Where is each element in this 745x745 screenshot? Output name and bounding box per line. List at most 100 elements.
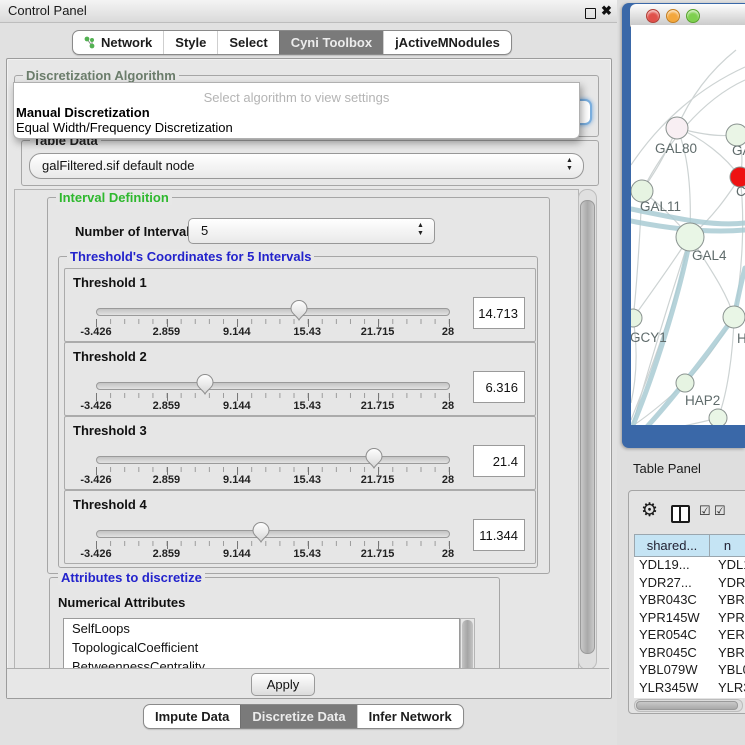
attribute-item-selfloops[interactable]: SelfLoops (64, 619, 459, 638)
zoom-traffic-light-icon[interactable] (686, 9, 700, 23)
tick-label: 21.715 (361, 326, 395, 338)
bottom-tab-bar: Impute Data Discretize DataInfer Network (143, 704, 464, 729)
cell-shared-name: YDL19... (634, 557, 708, 575)
numerical-attributes-list[interactable]: SelfLoopsTopologicalCoefficientBetweenne… (63, 618, 460, 670)
cell-name: YPR1 (708, 610, 745, 628)
threshold-value-field[interactable]: 14.713 (473, 297, 525, 329)
discretization-algorithm-group-title: Discretization Algorithm (23, 68, 179, 83)
tab-discretize-data[interactable]: Discretize Data (240, 705, 356, 728)
tick-label: 28 (442, 400, 454, 412)
close-icon[interactable]: ✖ (601, 2, 612, 20)
select-all-checkbox-icon[interactable]: ☑ (699, 503, 711, 519)
slider-thumb[interactable] (252, 522, 270, 543)
network-node[interactable] (631, 309, 642, 327)
slider-track[interactable] (96, 308, 450, 316)
attributes-group: Attributes to discretize Numerical Attri… (49, 577, 500, 670)
table-row-ydl19[interactable]: YDL19...YDL1 (634, 557, 745, 575)
tab-infer-network[interactable]: Infer Network (357, 705, 463, 728)
slider-thumb[interactable] (196, 374, 214, 395)
tick-label: 2.859 (153, 474, 181, 486)
network-node[interactable] (666, 117, 688, 139)
node-label-gal4: GAL4 (692, 248, 727, 263)
settings-scroll-viewport: Interval Definition Number of Intervals … (14, 189, 579, 670)
tab-label: Select (229, 31, 267, 54)
slider-thumb[interactable] (365, 448, 383, 469)
gear-icon[interactable]: ⚙ (641, 499, 658, 522)
tick-label: 28 (442, 326, 454, 338)
tick-label: 15.43 (293, 474, 321, 486)
table-row-ydr27[interactable]: YDR27...YDR2 (634, 575, 745, 593)
table-row-ylr345w[interactable]: YLR345WYLR3 (634, 680, 745, 698)
combo-arrows-icon: ▲▼ (416, 222, 425, 238)
panel-vertical-scrollbar[interactable] (578, 189, 597, 670)
column-header-name[interactable]: n (710, 535, 745, 556)
algorithm-combo-button[interactable] (578, 99, 592, 125)
tab-label: Impute Data (155, 705, 229, 728)
cell-shared-name: YER054C (634, 627, 708, 645)
table-panel-title: Table Panel (633, 461, 701, 476)
table-row-ypr145w[interactable]: YPR145WYPR1 (634, 610, 745, 628)
attributes-list-scrollbar[interactable] (460, 618, 475, 670)
threshold-label: Threshold 3 (73, 423, 147, 438)
tab-label: Style (175, 31, 206, 54)
table-row-ybr045c[interactable]: YBR045CYBR0 (634, 645, 745, 663)
control-panel: Control Panel ✖ NetworkStyleSelectCyni T… (0, 0, 617, 745)
attribute-item-topologicalcoefficient[interactable]: TopologicalCoefficient (64, 638, 459, 657)
tick-label: 2.859 (153, 400, 181, 412)
tick-label: 28 (442, 548, 454, 560)
table-row-yer054c[interactable]: YER054CYER0 (634, 627, 745, 645)
tab-network[interactable]: Network (73, 31, 163, 54)
tab-style[interactable]: Style (163, 31, 217, 54)
slider-track[interactable] (96, 456, 450, 464)
slider-track[interactable] (96, 530, 450, 538)
float-window-icon[interactable] (585, 8, 596, 19)
threshold-value-field[interactable]: 21.4 (473, 445, 525, 477)
tick-label: -3.426 (80, 548, 111, 560)
tab-cyni-toolbox[interactable]: Cyni Toolbox (279, 31, 383, 54)
slider-ticks (96, 319, 449, 327)
network-node[interactable] (676, 223, 704, 251)
network-node[interactable] (723, 306, 745, 328)
table-horizontal-scrollbar[interactable] (634, 699, 743, 712)
slider-track[interactable] (96, 382, 450, 390)
algorithm-option-equal-width-frequency-discretization[interactable]: Equal Width/Frequency Discretization (16, 120, 233, 135)
tick-label: -3.426 (80, 474, 111, 486)
threshold-value-field[interactable]: 11.344 (473, 519, 525, 551)
table-rows: YDL19...YDL1YDR27...YDR2YBR043CYBR0YPR14… (634, 557, 745, 698)
network-node[interactable] (709, 409, 727, 425)
table-data-combo[interactable]: galFiltered.sif default node ▲▼ (29, 153, 584, 179)
network-view-window[interactable]: GAL80GACGAL11GAL4GCY1HHAP2 (622, 3, 745, 448)
network-canvas[interactable]: GAL80GACGAL11GAL4GCY1HHAP2 (631, 25, 745, 425)
apply-row: Apply (7, 668, 609, 698)
column-header-shared-name[interactable]: shared... (635, 535, 710, 556)
deselect-all-checkbox-icon[interactable]: ☑ (714, 503, 726, 519)
numerical-attributes-label: Numerical Attributes (58, 595, 185, 610)
column-layout-icon[interactable] (671, 505, 690, 523)
table-row-ybl079w[interactable]: YBL079WYBL0 (634, 662, 745, 680)
tick-label: 28 (442, 474, 454, 486)
apply-button[interactable]: Apply (251, 673, 315, 696)
tick-label: 21.715 (361, 474, 395, 486)
close-traffic-light-icon[interactable] (646, 9, 660, 23)
tab-jactivemnodules[interactable]: jActiveMNodules (383, 31, 511, 54)
table-row-yil052c[interactable]: YIL052CYIL0 (634, 697, 745, 698)
node-label-h: H (737, 331, 745, 346)
slider-thumb[interactable] (290, 300, 308, 321)
threshold-value-field[interactable]: 6.316 (473, 371, 525, 403)
tab-impute-data[interactable]: Impute Data (144, 705, 240, 728)
slider-ticks (96, 467, 449, 475)
network-node[interactable] (676, 374, 694, 392)
minimize-traffic-light-icon[interactable] (666, 9, 680, 23)
top-tab-bar: Network Style Select Cyni ToolboxjActiveMNo… (72, 30, 512, 55)
slider-ticks (96, 393, 449, 401)
table-data-group: Table Data galFiltered.sif default node … (21, 140, 599, 186)
algorithm-option-manual-discretization[interactable]: Manual Discretization (16, 105, 150, 120)
tab-select[interactable]: Select (217, 31, 278, 54)
threshold-panel-1: Threshold 1-3.4262.8599.14415.4321.71528… (64, 268, 536, 342)
number-of-intervals-combo[interactable]: 5 ▲▼ (188, 218, 435, 244)
tick-label: 15.43 (293, 400, 321, 412)
cell-name: YDR2 (708, 575, 745, 593)
algorithm-placeholder: Select algorithm to view settings (14, 90, 579, 105)
tick-label: 21.715 (361, 548, 395, 560)
table-row-ybr043c[interactable]: YBR043CYBR0 (634, 592, 745, 610)
